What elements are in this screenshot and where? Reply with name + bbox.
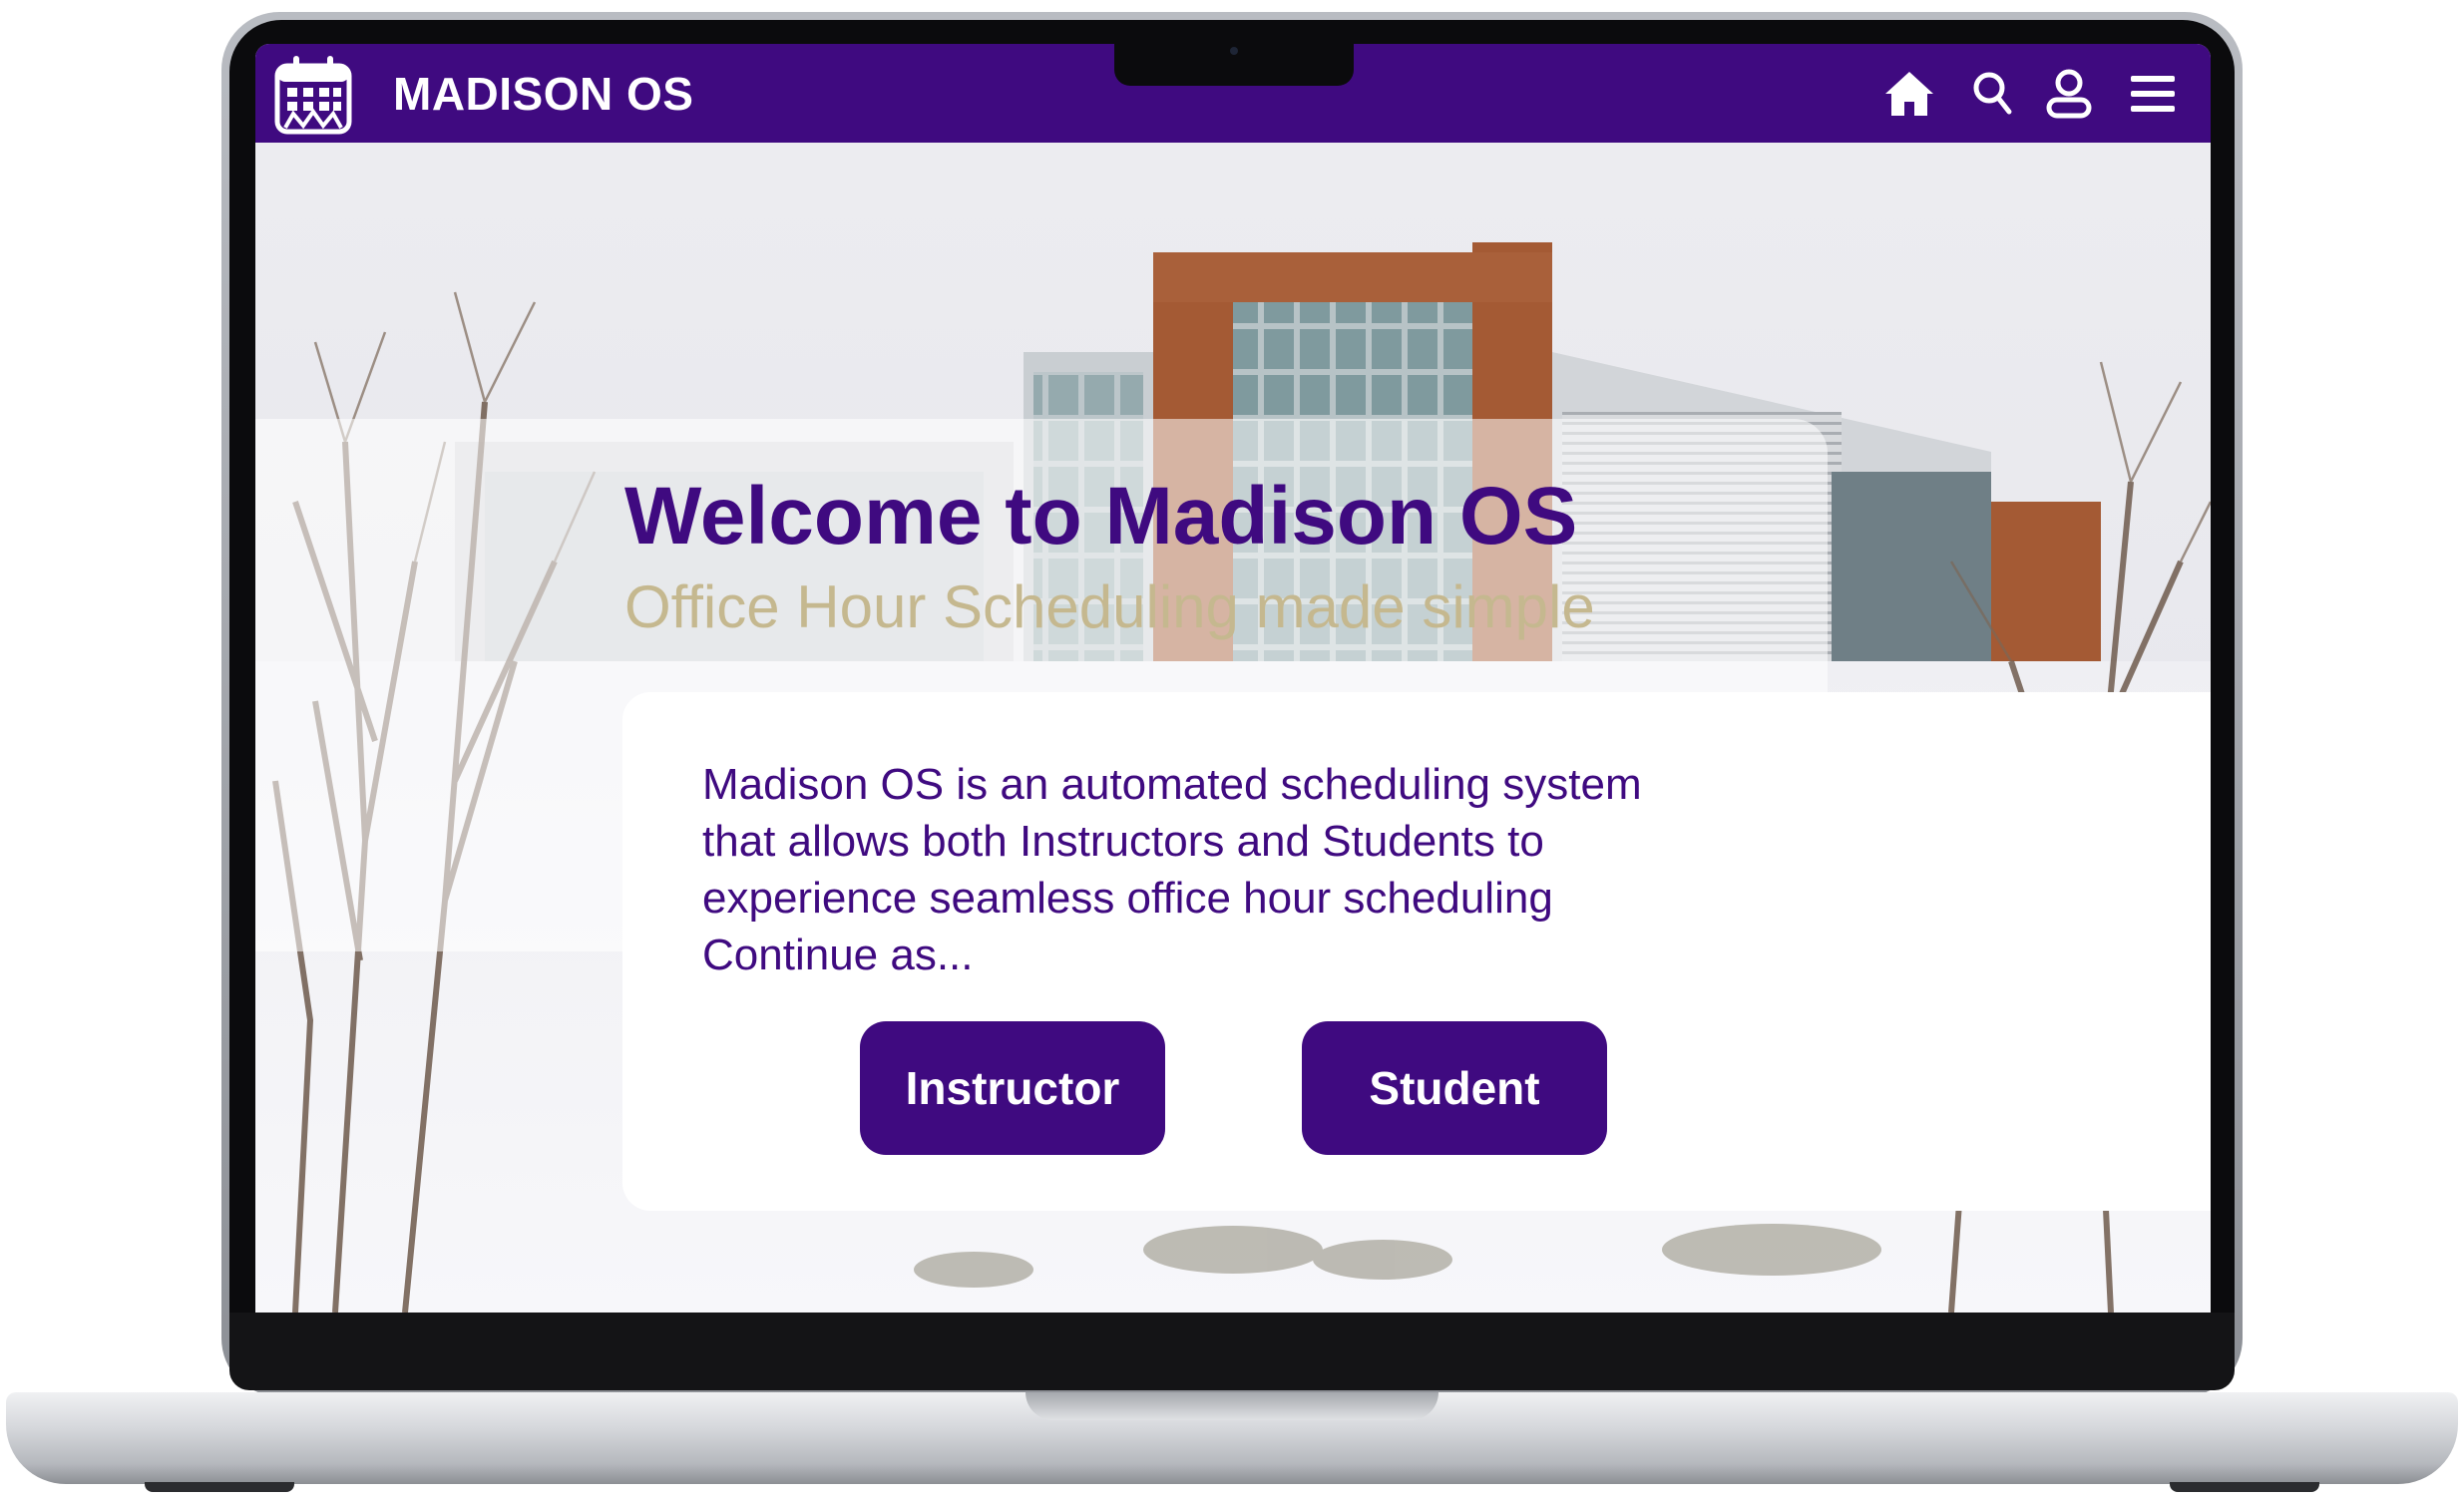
info-line: that allows both Instructors and Student… bbox=[702, 817, 1544, 866]
search-icon[interactable] bbox=[1965, 66, 2021, 122]
info-description: Madison OS is an automated scheduling sy… bbox=[702, 756, 1879, 983]
laptop-foot-left bbox=[145, 1482, 294, 1492]
user-icon[interactable] bbox=[2041, 66, 2097, 122]
camera-icon bbox=[1230, 47, 1238, 55]
info-line: Madison OS is an automated scheduling sy… bbox=[702, 760, 1642, 809]
hero-subtitle: Office Hour Scheduling made simple bbox=[624, 573, 1595, 640]
home-icon[interactable] bbox=[1881, 66, 1937, 122]
menu-icon[interactable] bbox=[2125, 66, 2181, 122]
app-screen: MADISON OS Welcome to Madison OS Office … bbox=[255, 44, 2211, 1313]
instructor-button[interactable]: Instructor bbox=[860, 1021, 1165, 1155]
info-card: Madison OS is an automated scheduling sy… bbox=[622, 692, 2211, 1211]
student-button[interactable]: Student bbox=[1302, 1021, 1607, 1155]
continue-as-label: Continue as... bbox=[702, 931, 974, 979]
brand-name[interactable]: MADISON OS bbox=[393, 68, 693, 120]
calendar-logo-icon[interactable] bbox=[273, 52, 353, 138]
laptop-opening-notch bbox=[1026, 1392, 1438, 1420]
hero-title: Welcome to Madison OS bbox=[624, 471, 1578, 562]
laptop-foot-right bbox=[2170, 1482, 2319, 1492]
laptop-chin bbox=[229, 1313, 2235, 1390]
info-line: experience seamless office hour scheduli… bbox=[702, 874, 1553, 923]
